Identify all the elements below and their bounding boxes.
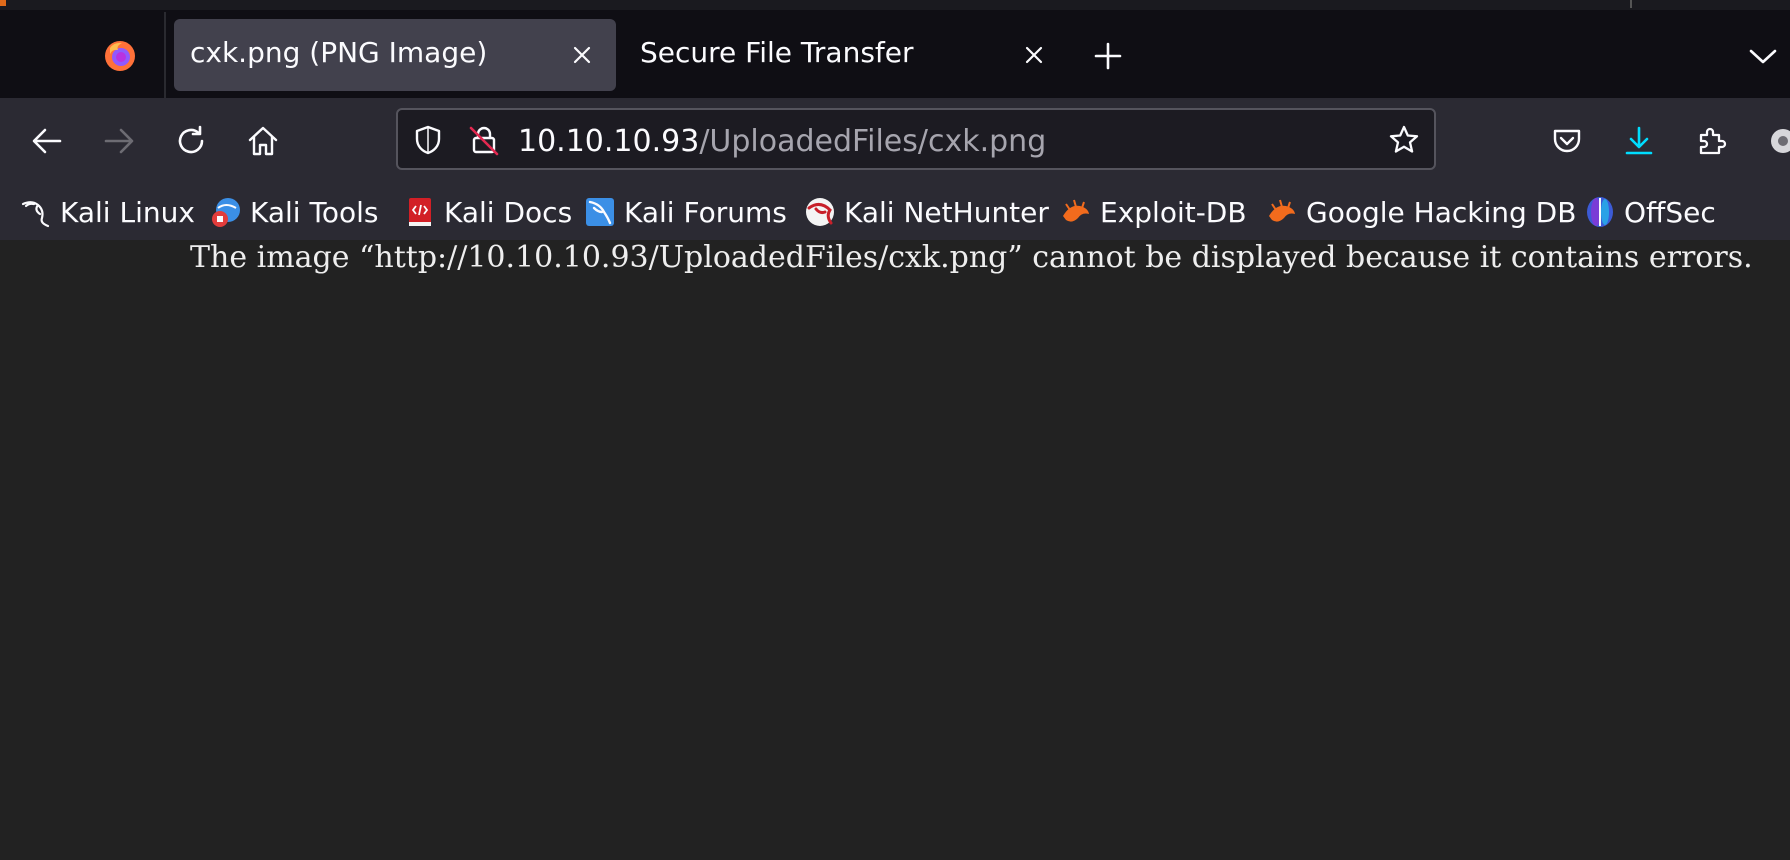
url-host: 10.10.10.93 xyxy=(518,124,700,159)
bookmark-exploit-db[interactable]: Exploit-DB xyxy=(1060,194,1247,230)
kali-docs-icon xyxy=(409,198,431,226)
bookmark-google-hacking-db[interactable]: Google Hacking DB xyxy=(1266,194,1576,230)
page-content: The image “http://10.10.10.93/UploadedFi… xyxy=(0,240,1790,860)
download-icon xyxy=(1625,126,1653,155)
reload-icon xyxy=(178,125,204,154)
pocket-button[interactable] xyxy=(1544,118,1590,164)
ghdb-icon xyxy=(1269,199,1295,222)
tab-title: cxk.png (PNG Image) xyxy=(190,36,488,69)
kali-nethunter-icon xyxy=(806,198,834,226)
bookmark-label: Exploit-DB xyxy=(1100,195,1247,229)
puzzle-piece-icon xyxy=(1699,127,1727,155)
orange-corner-mark xyxy=(0,0,6,6)
bookmark-label: Google Hacking DB xyxy=(1306,195,1577,229)
shield-icon[interactable] xyxy=(412,124,444,156)
kali-forums-icon xyxy=(586,198,614,226)
address-bar[interactable]: 10.10.10.93/UploadedFiles/cxk.png xyxy=(396,108,1436,170)
window-top-strip xyxy=(0,0,1790,10)
offsec-icon xyxy=(1587,197,1613,227)
extensions-button[interactable] xyxy=(1688,118,1734,164)
bookmark-kali-nethunter[interactable]: Kali NetHunter xyxy=(804,194,1049,230)
firefox-menu-icon[interactable] xyxy=(104,40,136,72)
bookmark-label: Kali Tools xyxy=(250,195,379,229)
bookmark-star-icon[interactable] xyxy=(1388,124,1420,156)
overflow-menu-button[interactable] xyxy=(1760,118,1790,164)
tab-cxk-png[interactable]: cxk.png (PNG Image) xyxy=(174,19,616,91)
bookmark-label: Kali Forums xyxy=(624,195,787,229)
bookmarks-toolbar: Kali Linux Kali Tools Kali Docs Kali For… xyxy=(0,184,1790,241)
new-tab-plus-icon[interactable] xyxy=(1092,40,1124,72)
bookmark-kali-linux[interactable]: Kali Linux xyxy=(20,194,195,230)
insecure-lock-icon[interactable] xyxy=(468,124,500,156)
navigation-toolbar: 10.10.10.93/UploadedFiles/cxk.png xyxy=(0,98,1790,184)
forward-button[interactable] xyxy=(96,118,142,164)
tab-separator xyxy=(164,12,166,98)
chevron-down-icon[interactable] xyxy=(1748,42,1778,70)
arrow-right-icon xyxy=(104,128,134,154)
arrow-left-icon xyxy=(32,128,62,154)
window-divider xyxy=(1630,0,1632,8)
tab-secure-file-transfer[interactable]: Secure File Transfer xyxy=(624,19,1046,91)
tab-strip: cxk.png (PNG Image) Secure File Transfer xyxy=(0,0,1790,98)
bookmark-kali-docs[interactable]: Kali Docs xyxy=(404,194,572,230)
close-tab-icon[interactable] xyxy=(1020,41,1048,69)
image-error-message: The image “http://10.10.10.93/UploadedFi… xyxy=(190,240,1753,275)
home-icon xyxy=(248,126,278,156)
pocket-icon xyxy=(1553,129,1581,153)
downloads-button[interactable] xyxy=(1616,118,1662,164)
exploit-db-icon xyxy=(1063,199,1089,222)
kali-tools-icon xyxy=(212,198,240,227)
bookmark-label: Kali NetHunter xyxy=(844,195,1049,229)
account-circle-icon xyxy=(1771,129,1790,153)
bookmark-kali-tools[interactable]: Kali Tools xyxy=(210,194,378,230)
reload-button[interactable] xyxy=(168,118,214,164)
bookmark-label: Kali Docs xyxy=(444,195,573,229)
bookmark-offsec[interactable]: OffSec xyxy=(1584,194,1716,230)
bookmark-label: Kali Linux xyxy=(60,195,195,229)
home-button[interactable] xyxy=(240,118,286,164)
url-text[interactable]: 10.10.10.93/UploadedFiles/cxk.png xyxy=(518,124,1046,159)
back-button[interactable] xyxy=(24,118,70,164)
kali-dragon-icon xyxy=(21,201,50,228)
bookmark-label: OffSec xyxy=(1624,195,1716,229)
close-tab-icon[interactable] xyxy=(568,41,596,69)
url-path: /UploadedFiles/cxk.png xyxy=(699,124,1047,159)
tab-title: Secure File Transfer xyxy=(640,36,914,69)
bookmark-kali-forums[interactable]: Kali Forums xyxy=(584,194,787,230)
